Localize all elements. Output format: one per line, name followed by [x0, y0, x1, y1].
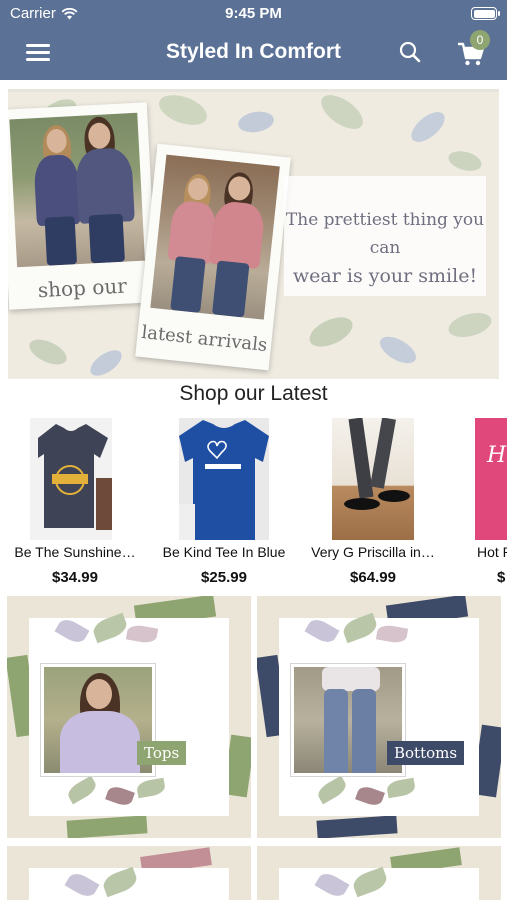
category-tile[interactable] — [257, 846, 501, 900]
product-image — [30, 418, 112, 540]
app-title: Styled In Comfort — [165, 40, 341, 63]
nav-bar: Styled In Comfort 0 — [0, 28, 507, 80]
product-card[interactable]: Very G Priscilla in… $64.99 — [298, 418, 448, 590]
hero-caption-left: shop our — [37, 273, 128, 303]
hero-caption-right: latest arrivals — [140, 322, 269, 357]
product-name: Be Kind Tee In Blue — [162, 544, 286, 560]
latest-products-carousel[interactable]: Be The Sunshine… $34.99 Be Kind Tee In B… — [0, 418, 507, 590]
product-image — [179, 418, 269, 540]
search-icon[interactable] — [398, 40, 422, 64]
status-time: 9:45 PM — [225, 5, 282, 22]
category-tile-tops[interactable]: Tops — [7, 596, 251, 838]
latest-section-title: Shop our Latest — [179, 382, 328, 405]
product-card[interactable]: H Hot Pi $ — [473, 418, 507, 590]
hero-quote-line-1: The prettiest thing you can — [285, 210, 485, 258]
product-price: $25.99 — [201, 569, 247, 586]
hero-photo-left: shop our — [8, 102, 158, 310]
product-image — [332, 418, 414, 540]
hero-banner[interactable]: shop our latest arrivals The prettiest t… — [8, 89, 499, 379]
svg-text:H: H — [486, 443, 507, 468]
product-card[interactable]: Be Kind Tee In Blue $25.99 — [149, 418, 299, 590]
cart-count-badge: 0 — [470, 30, 490, 50]
product-card[interactable]: Be The Sunshine… $34.99 — [0, 418, 150, 590]
category-label: Tops — [137, 741, 187, 765]
status-bar: Carrier 9:45 PM — [0, 0, 507, 28]
product-name: Hot Pi — [477, 544, 507, 560]
hero-quote-box: The prettiest thing you can wear is your… — [284, 176, 486, 296]
product-image: H — [475, 418, 507, 540]
battery-icon — [471, 7, 500, 20]
hero-quote-line-2: wear is your smile! — [292, 265, 478, 287]
product-price: $ — [497, 569, 506, 586]
category-tile[interactable] — [7, 846, 251, 900]
product-name: Very G Priscilla in… — [311, 544, 435, 560]
category-label: Bottoms — [387, 741, 465, 765]
hero-quote: The prettiest thing you can wear is your… — [284, 206, 486, 290]
top-bar: Carrier 9:45 PM Styled In Comfort 0 — [0, 0, 507, 80]
product-price: $34.99 — [52, 569, 98, 586]
product-price: $64.99 — [350, 569, 396, 586]
category-tile-bottoms[interactable]: Bottoms — [257, 596, 501, 838]
product-name: Be The Sunshine… — [14, 544, 136, 560]
hero-photo-right: latest arrivals — [135, 143, 291, 371]
